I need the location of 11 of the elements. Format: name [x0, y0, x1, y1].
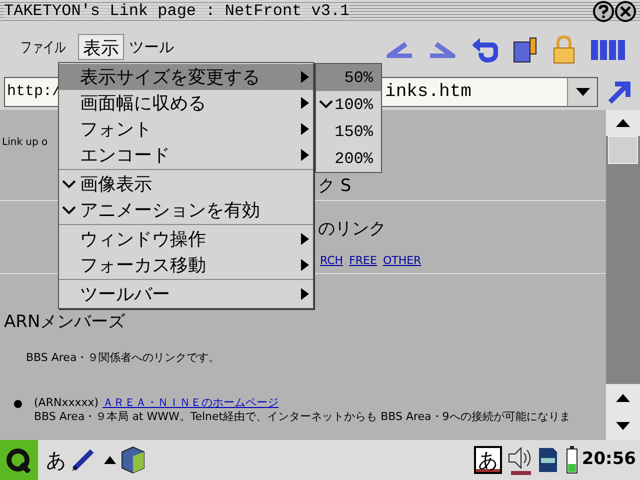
section-description: BBS Area・９関係者へのリンクです。	[25, 350, 221, 366]
update-note: Link up o	[1, 137, 48, 148]
clock: 20:56	[582, 448, 636, 472]
entry-prefix: (ARNxxxxx)	[34, 396, 99, 410]
heading-text: のリンク	[318, 219, 386, 239]
entry-description: BBS Area・９本局 at WWW。Telnet経由で、インターネットからも BBS Area・9への接続が可能になりま	[34, 410, 570, 424]
window-title: TAKETYON's Link page : NetFront v3.1	[4, 3, 350, 19]
url-text: inks.htm	[385, 80, 472, 104]
section-title: ARNメンバーズ	[3, 311, 126, 334]
heading-text: ク S	[318, 176, 352, 196]
url-text: http:/	[6, 82, 62, 102]
